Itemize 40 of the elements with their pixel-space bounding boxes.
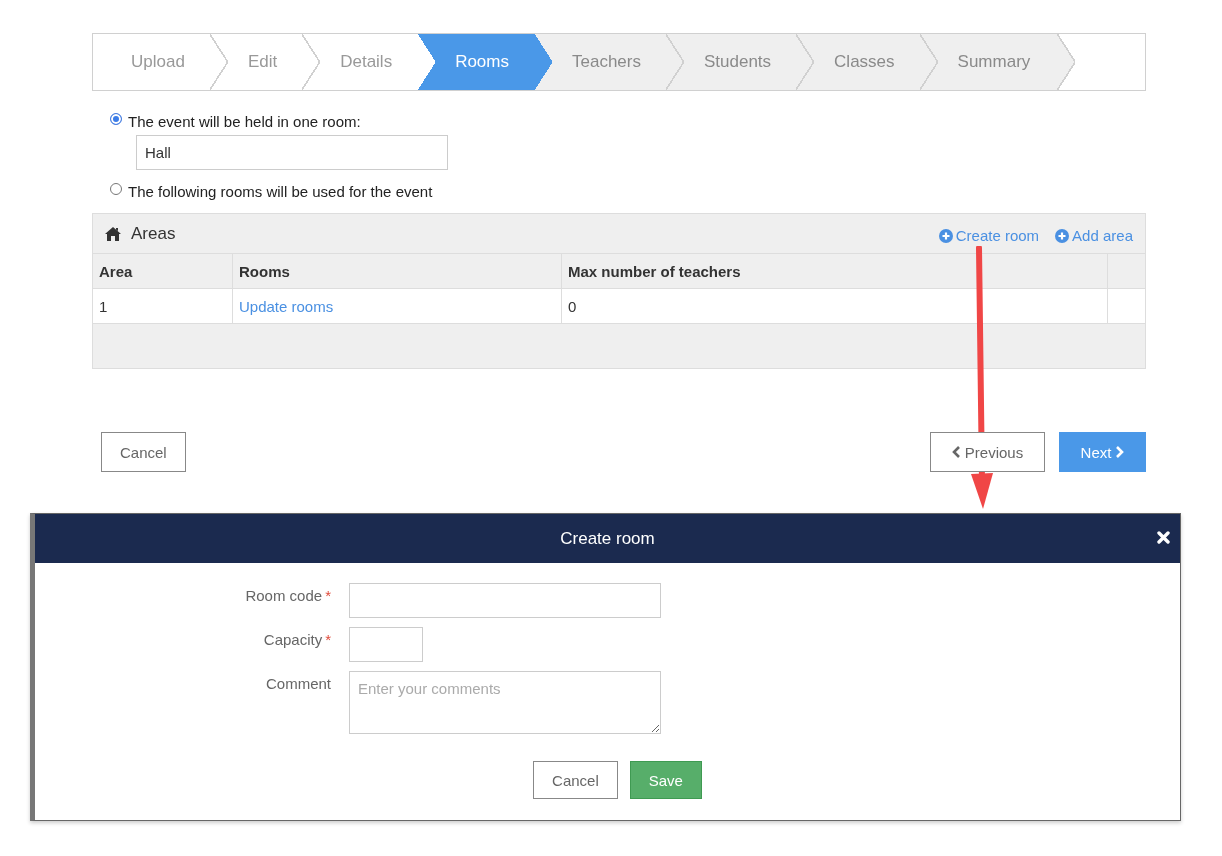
radio-button[interactable] bbox=[110, 113, 122, 125]
next-button[interactable]: Next bbox=[1059, 432, 1146, 472]
action-link[interactable]: Add area bbox=[1055, 227, 1133, 244]
column-header: Max number of teachers bbox=[561, 253, 1108, 289]
chevron-right-icon bbox=[1115, 446, 1125, 458]
radio-button[interactable] bbox=[110, 183, 122, 195]
update-rooms-link[interactable]: Update rooms bbox=[239, 297, 334, 315]
wizard-step-tab[interactable]: Students bbox=[666, 34, 797, 90]
column-header: Rooms bbox=[232, 253, 562, 289]
plus-circle-icon bbox=[1055, 228, 1070, 243]
wizard-step-tab[interactable]: Summary bbox=[919, 34, 1076, 90]
cancel-button[interactable]: Cancel bbox=[101, 432, 186, 472]
field-label: Comment bbox=[265, 675, 331, 692]
wizard-step-tab[interactable]: Rooms bbox=[417, 34, 534, 90]
room-input-field[interactable]: Hall bbox=[136, 135, 448, 170]
room-code-field[interactable] bbox=[349, 583, 661, 618]
previous-button[interactable]: Previous bbox=[930, 432, 1045, 472]
field-label: Capacity bbox=[263, 631, 323, 648]
wizard-step-tab[interactable]: Classes bbox=[796, 34, 920, 90]
comment-field[interactable]: Enter your comments bbox=[349, 671, 661, 734]
chevron-left-icon bbox=[951, 446, 961, 458]
action-link[interactable]: Create room bbox=[938, 227, 1040, 244]
table-cell: 1 bbox=[93, 288, 233, 324]
dialog-title: Create room bbox=[560, 528, 655, 549]
column-header: Area bbox=[93, 253, 233, 289]
close-button[interactable] bbox=[1157, 531, 1170, 544]
required-mark: * bbox=[325, 631, 331, 648]
panel-title: Areas bbox=[131, 223, 176, 244]
radio-label: The following rooms will be used for the event bbox=[128, 182, 433, 200]
capacity-field[interactable] bbox=[349, 627, 423, 662]
radio-label: The event will be held in one room: bbox=[128, 112, 361, 130]
field-label: Room code bbox=[245, 587, 323, 604]
close-icon bbox=[1157, 531, 1170, 544]
wizard-step-tab[interactable]: Teachers bbox=[534, 34, 666, 90]
save-button[interactable]: Save bbox=[629, 761, 702, 799]
cancel-button[interactable]: Cancel bbox=[533, 761, 618, 799]
home-icon bbox=[105, 226, 121, 241]
plus-circle-icon bbox=[938, 228, 953, 243]
table-cell: 0 bbox=[561, 288, 1108, 324]
required-mark: * bbox=[325, 587, 331, 604]
